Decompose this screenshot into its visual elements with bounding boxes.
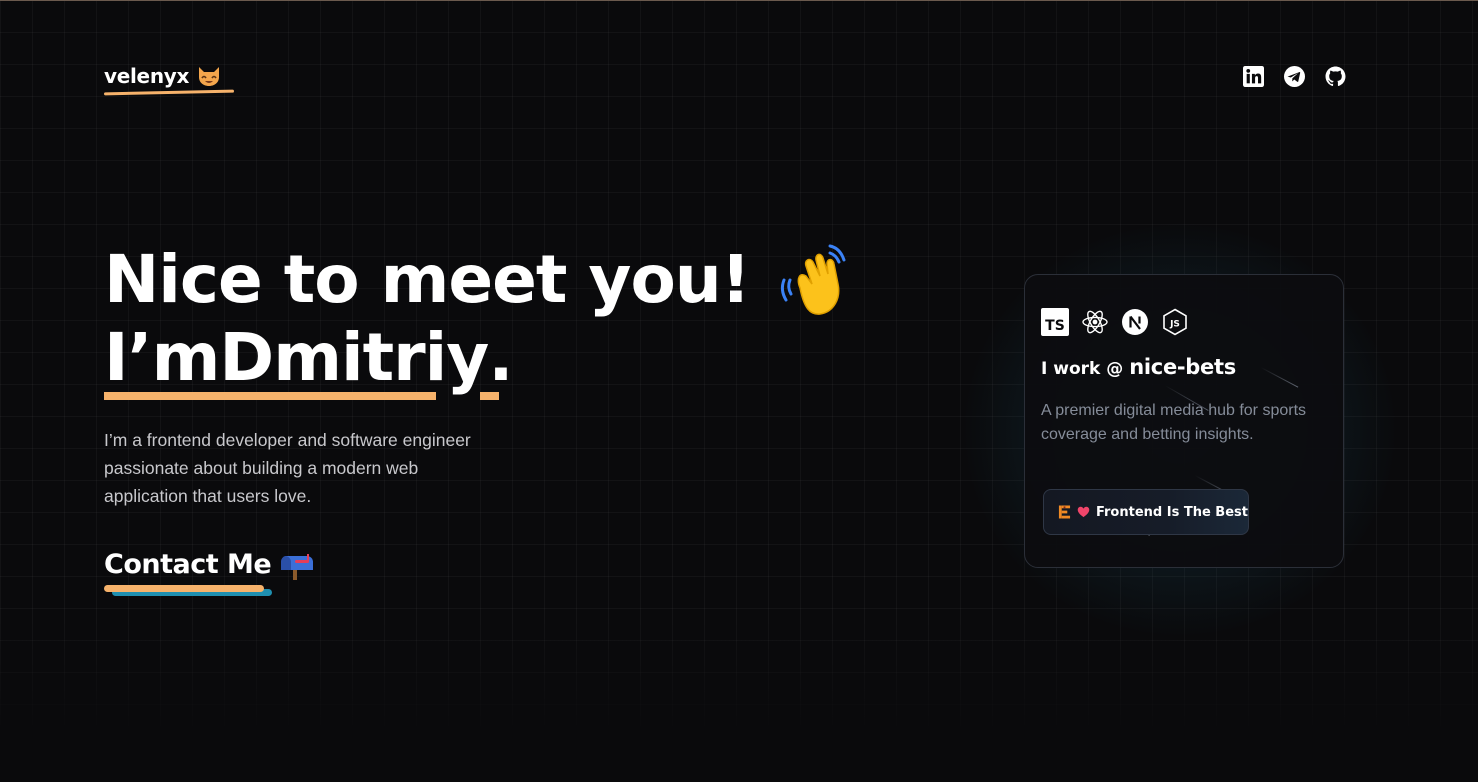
linkedin-icon[interactable] — [1243, 66, 1264, 87]
nodejs-icon: JS — [1163, 308, 1187, 336]
badge-label: Frontend Is The Best — [1095, 504, 1248, 520]
waving-hand-icon — [780, 244, 846, 315]
top-border — [0, 0, 1478, 1]
svg-text:TS: TS — [1045, 318, 1065, 334]
work-card: TS JS I work @ nice-bets A premier digit… — [1024, 274, 1344, 568]
hero-name: Dmitriy — [219, 319, 489, 396]
frontend-logo-icon — [1058, 505, 1071, 519]
telegram-icon[interactable] — [1284, 66, 1305, 87]
contact-me-label: Contact Me — [104, 549, 272, 580]
hero-name-period: . — [488, 319, 513, 396]
company-description: A premier digital media hub for sports c… — [1041, 402, 1307, 443]
logo-text: velenyx — [104, 64, 190, 88]
contact-me-link[interactable]: Contact Me — [104, 549, 315, 596]
work-prefix: I work @ — [1041, 359, 1124, 379]
hero-greeting: Nice to meet you! — [104, 241, 751, 318]
cat-face-icon — [199, 67, 220, 86]
intro-text: I’m a frontend developer and software en… — [104, 430, 471, 506]
meteor-streak — [1260, 367, 1299, 388]
social-links — [1243, 66, 1346, 87]
react-icon — [1082, 310, 1108, 334]
svg-text:JS: JS — [1169, 320, 1180, 330]
hero-line-2: I’m Dmitriy . — [104, 319, 860, 400]
contact-underline-orange — [104, 585, 264, 592]
mailbox-icon — [281, 553, 314, 580]
name-underline — [104, 392, 436, 400]
bottom-fade — [0, 620, 1478, 782]
work-heading: I work @ nice-bets — [1041, 355, 1236, 379]
hero-name-prefix: I’m — [104, 319, 220, 396]
tech-stack: TS JS — [1041, 308, 1189, 336]
typescript-icon: TS — [1041, 308, 1069, 336]
logo[interactable]: velenyx — [103, 64, 235, 96]
heart-icon — [1077, 506, 1090, 518]
company-name[interactable]: nice-bets — [1129, 355, 1236, 379]
hero-line-1: Nice to meet you! — [104, 240, 860, 320]
period-underline — [480, 392, 499, 400]
nextjs-icon — [1122, 309, 1148, 335]
logo-underline — [103, 89, 235, 96]
hero-name-text: Dmitriy — [219, 319, 489, 396]
hero-heading: Nice to meet you! I’m Dmitriy . — [104, 240, 860, 400]
frontend-badge[interactable]: Frontend Is The Best — [1043, 489, 1249, 535]
github-icon[interactable] — [1325, 66, 1346, 87]
